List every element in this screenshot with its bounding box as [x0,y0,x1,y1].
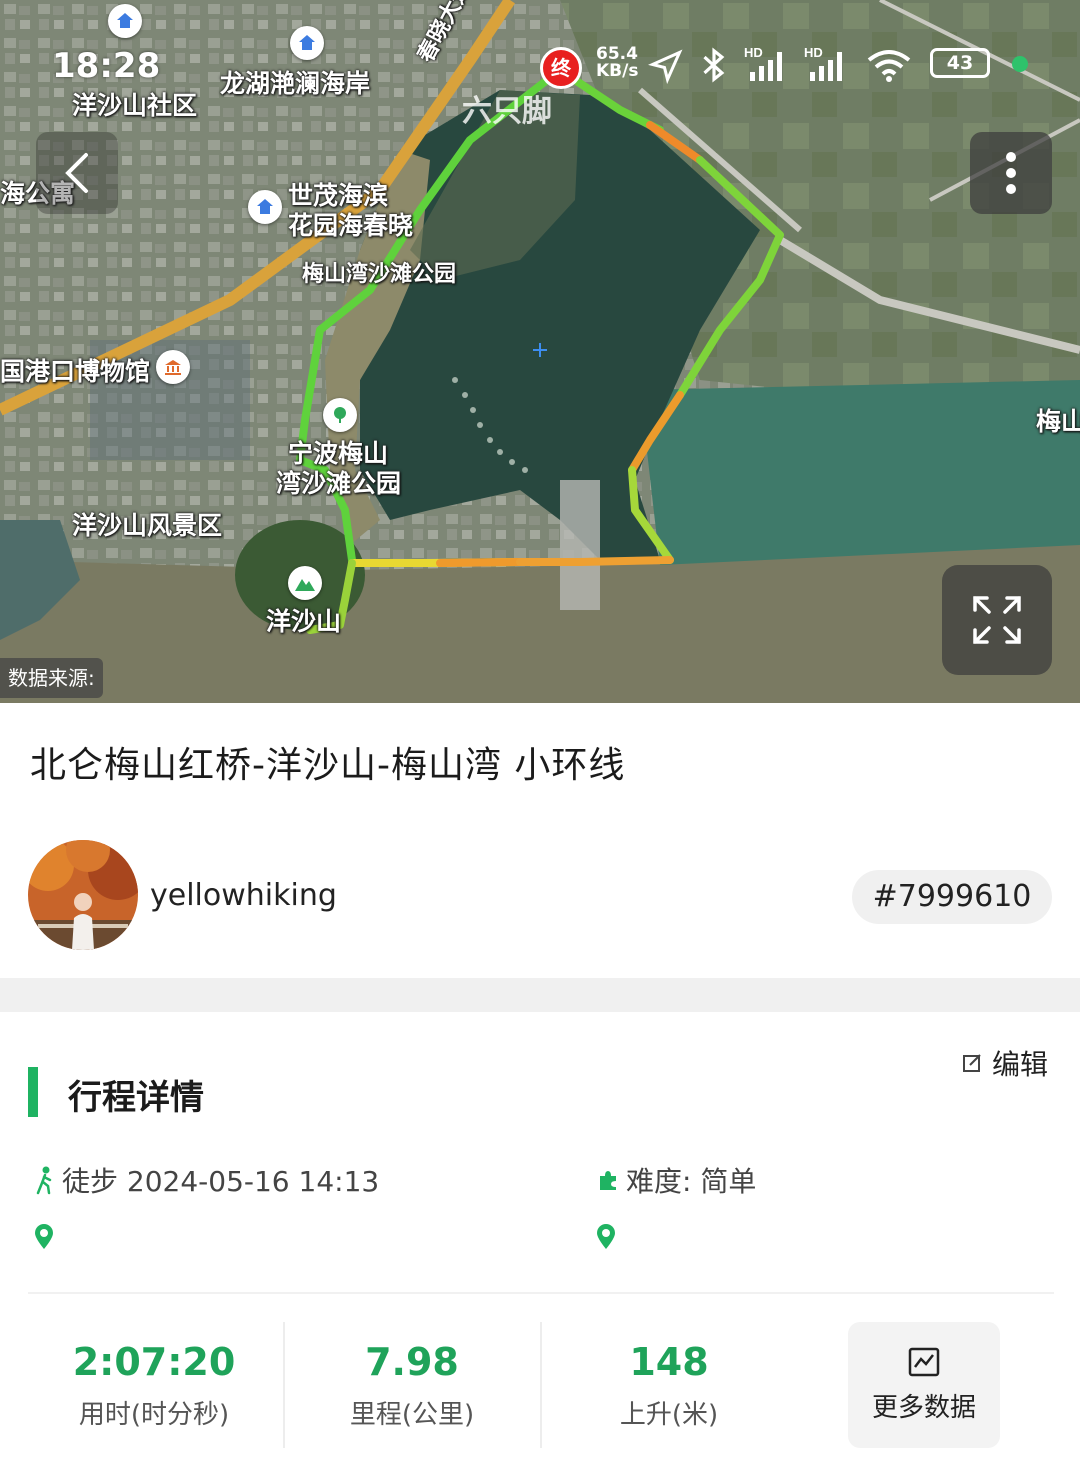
app-watermark: 六只脚 [462,94,552,129]
map-label: 梅山湾沙滩公园 [302,262,457,287]
activity-info: 徒步 2024-05-16 14:13 [34,1160,379,1200]
back-button[interactable] [36,132,118,214]
section-title: 行程详情 [68,1078,204,1118]
avatar[interactable] [28,840,138,950]
edit-label[interactable]: 编辑 [992,1043,1048,1083]
start-pin-icon [35,1224,53,1249]
puzzle-icon [600,1171,616,1190]
stat-duration: 2:07:20 用时(时分秒) [26,1340,282,1431]
map-label: 洋沙山 [266,607,342,636]
hd-signal-icon: HD [804,45,842,81]
map-label: 梅山 [1036,407,1080,436]
edit-button[interactable]: 编辑 [962,1045,1048,1081]
difficulty-info: 难度: 简单 [596,1160,756,1200]
difficulty-text: 难度: 简单 [626,1165,757,1198]
network-speed-unit: KB/s [596,61,639,81]
bluetooth-icon [703,47,725,83]
section-accent-bar [28,1067,38,1117]
route-map[interactable]: 洋沙山社区 龙湖滟澜海岸 世茂海滨 花园海春晓 梅山湾沙滩公园 国港口博物馆 宁… [0,0,1080,703]
map-label: 国港口博物馆 [0,357,151,386]
battery-icon: 43 [930,48,990,78]
row-divider [28,1292,1054,1294]
status-time: 18:28 [52,46,161,86]
stat-ascent: 148 上升(米) [541,1340,797,1431]
map-label: 洋沙山风景区 [72,511,223,540]
wifi-icon [867,50,911,82]
svg-text:HD: HD [804,45,823,60]
status-bar: 18:28 65.4 KB/s HD HD 43 [0,40,1080,90]
stat-duration-label: 用时(时分秒) [78,1400,230,1430]
svg-text:HD: HD [744,45,763,60]
residence-poi-icon[interactable] [248,190,282,224]
mountain-poi-icon[interactable] [288,566,322,600]
expand-icon [973,596,1021,644]
residence-poi-icon[interactable] [108,4,142,38]
map-label: 洋沙山社区 [72,91,198,120]
edit-icon [963,1054,981,1072]
avatar-image [28,840,138,950]
more-options-button[interactable] [970,132,1052,214]
more-data-label[interactable]: 更多数据 [872,1387,976,1424]
stat-ascent-label: 上升(米) [619,1400,719,1430]
route-title: 北仑梅山红桥-洋沙山-梅山湾 小环线 [30,745,626,786]
stat-distance-value: 7.98 [365,1340,459,1384]
hiking-icon [36,1166,52,1195]
map-label: 湾沙滩公园 [276,469,402,498]
stat-ascent-value: 148 [629,1340,709,1384]
location-arrow-icon [648,49,683,84]
author-username[interactable]: yellowhiking [150,878,337,913]
map-data-source: 数据来源: [0,658,103,698]
fullscreen-button[interactable] [942,565,1052,675]
hd-signal-icon: HD [744,45,782,81]
map-label: 花园海春晓 [288,211,414,240]
park-poi-icon[interactable] [323,398,357,432]
activity-text: 徒步 2024-05-16 14:13 [62,1165,380,1198]
chevron-left-icon [65,153,88,193]
end-pin-icon [597,1224,615,1249]
chart-icon [908,1347,940,1376]
stat-duration-value: 2:07:20 [72,1340,236,1384]
more-data-button[interactable]: 更多数据 [848,1322,1000,1448]
stat-distance: 7.98 里程(公里) [284,1340,540,1431]
route-id-badge[interactable]: #7999610 [852,870,1052,924]
more-vertical-icon [1006,152,1016,194]
museum-poi-icon[interactable] [156,350,190,384]
privacy-indicator-dot [1012,56,1028,72]
network-speed: 65.4 KB/s [596,46,638,80]
stat-distance-label: 里程(公里) [349,1400,475,1430]
section-divider [0,978,1080,1012]
